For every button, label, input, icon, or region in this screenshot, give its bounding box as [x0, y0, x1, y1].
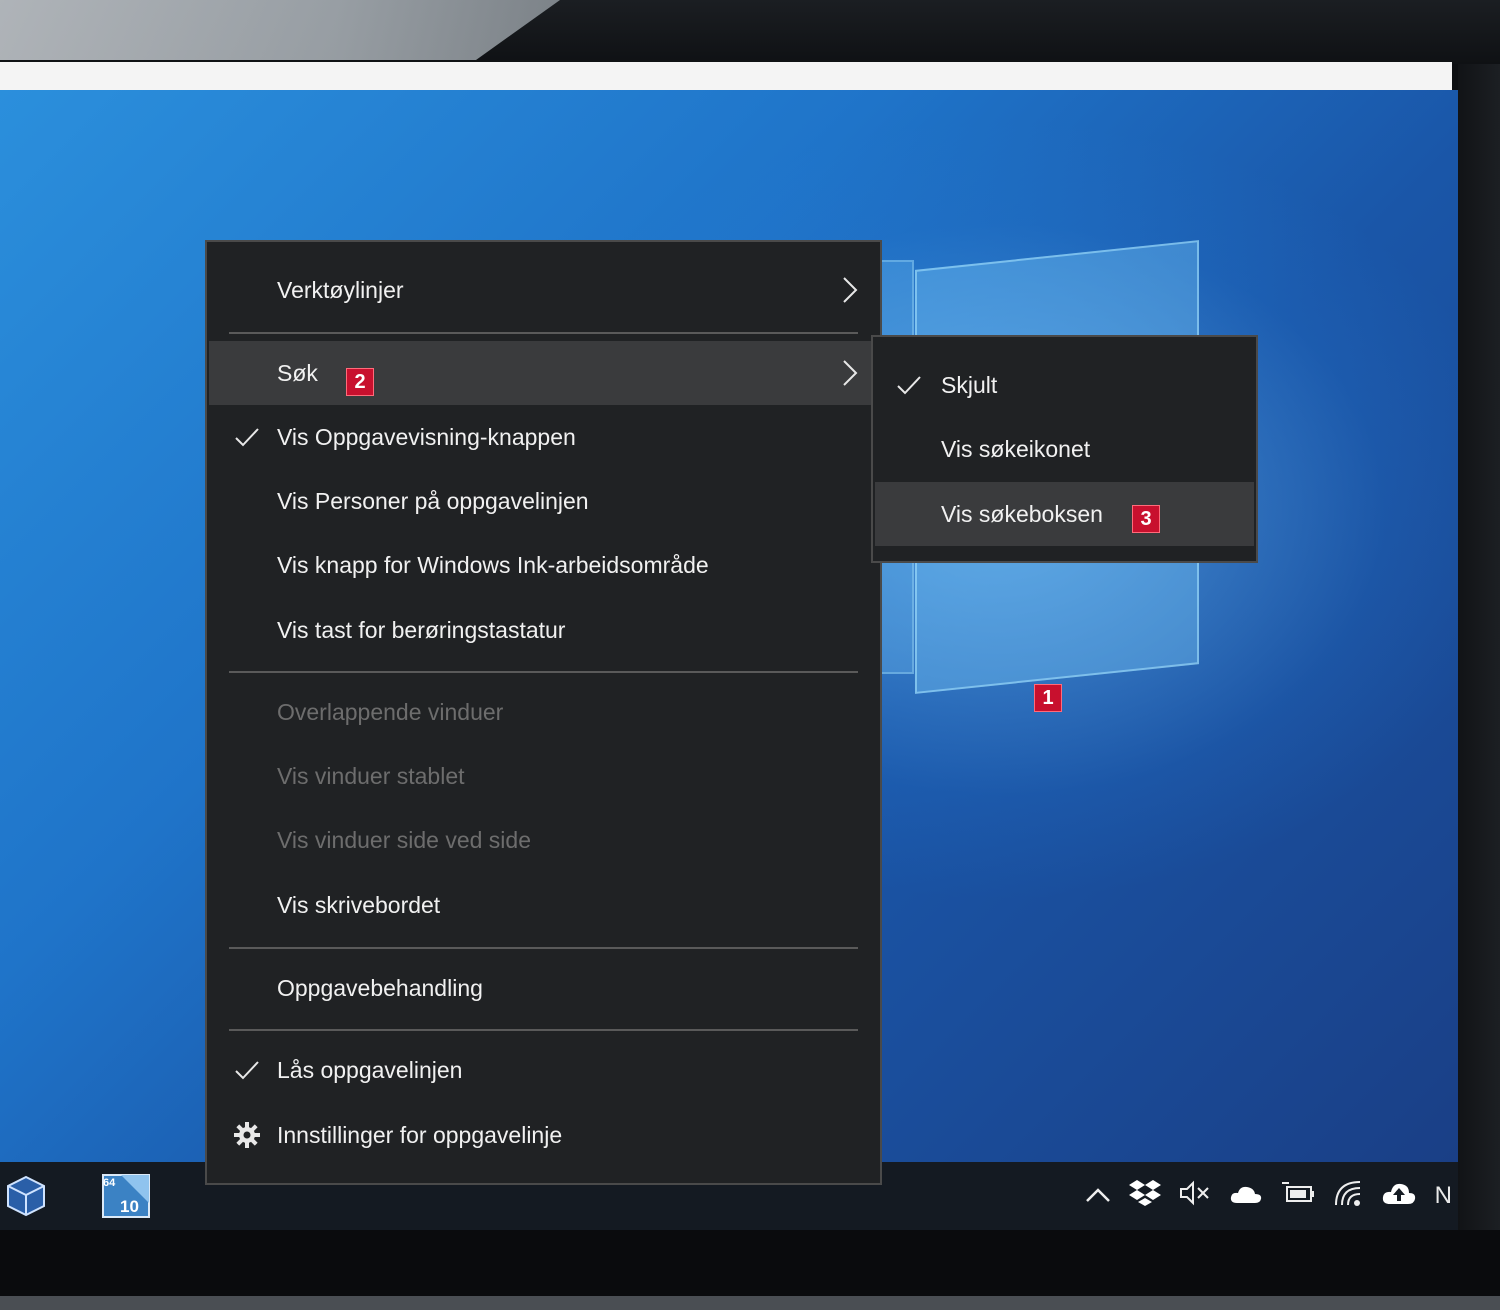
menu-item-cascade-windows: Overlappende vinduer: [209, 680, 878, 744]
menu-item-search[interactable]: Søk: [209, 341, 878, 405]
menu-item-label: Vis skrivebordet: [277, 891, 441, 918]
system-tray: N: [1085, 1162, 1458, 1230]
menu-item-toolbars[interactable]: Verktøylinjer: [209, 258, 878, 322]
callout-badge-3: 3: [1132, 505, 1160, 533]
submenu-item-show-search-icon[interactable]: Vis søkeikonet: [875, 417, 1254, 481]
menu-item-label: Vis Oppgavevisning-knappen: [277, 423, 576, 450]
menu-item-show-task-view[interactable]: Vis Oppgavevisning-knappen: [209, 405, 878, 469]
menu-item-label: Oppgavebehandling: [277, 974, 483, 1001]
search-submenu: Skjult Vis søkeikonet Vis søkeboksen: [871, 335, 1258, 563]
callout-badge-1: 1: [1034, 684, 1062, 712]
battery-power-icon[interactable]: [1281, 1181, 1315, 1212]
menu-item-show-people[interactable]: Vis Personer på oppgavelinjen: [209, 469, 878, 533]
menu-separator: [229, 332, 858, 334]
menu-item-label: Vis Personer på oppgavelinjen: [277, 487, 589, 514]
menu-item-label: Verktøylinjer: [277, 276, 404, 303]
menu-item-side-by-side: Vis vinduer side ved side: [209, 808, 878, 872]
bezel-bottom-edge: [0, 1296, 1500, 1310]
menu-item-label: Vis knapp for Windows Ink-arbeidsområde: [277, 551, 709, 578]
tray-language-text[interactable]: N: [1435, 1182, 1452, 1210]
app-launcher-icon[interactable]: 64 10: [100, 1174, 152, 1218]
menu-item-label: Vis vinduer stablet: [277, 762, 465, 789]
wifi-icon[interactable]: [1333, 1179, 1363, 1214]
menu-separator: [229, 671, 858, 673]
menu-item-label: Søk: [277, 359, 318, 386]
window-edge-strip: [0, 62, 1452, 90]
dropbox-icon[interactable]: [1128, 1178, 1161, 1215]
menu-item-label: Lås oppgavelinjen: [277, 1056, 463, 1083]
checkmark-icon: [235, 1061, 259, 1080]
volume-muted-icon[interactable]: [1179, 1180, 1211, 1213]
app-badge-bottom: 10: [120, 1197, 139, 1216]
chevron-right-icon: [843, 360, 858, 386]
monitor-bezel-right: [1458, 64, 1500, 1310]
submenu-item-label: Vis søkeikonet: [941, 435, 1091, 462]
callout-badge-2: 2: [346, 368, 374, 396]
gear-icon: [234, 1122, 260, 1148]
menu-item-label: Overlappende vinduer: [277, 698, 504, 725]
submenu-item-label: Vis søkeboksen: [941, 500, 1103, 527]
menu-item-label: Vis tast for berøringstastatur: [277, 616, 566, 643]
menu-item-task-manager[interactable]: Oppgavebehandling: [209, 956, 878, 1020]
checkmark-icon: [235, 428, 259, 447]
bezel-glare: [0, 0, 560, 60]
menu-item-label: Vis vinduer side ved side: [277, 826, 531, 853]
chevron-up-icon[interactable]: [1085, 1181, 1111, 1212]
app-badge-top: 64: [103, 1177, 116, 1189]
menu-separator: [229, 1029, 858, 1031]
menu-item-taskbar-settings[interactable]: Innstillinger for oppgavelinje: [209, 1103, 878, 1167]
onedrive-cloud-icon[interactable]: [1229, 1181, 1263, 1212]
virtualbox-icon[interactable]: [2, 1175, 50, 1217]
menu-separator: [229, 947, 858, 949]
menu-item-lock-taskbar[interactable]: Lås oppgavelinjen: [209, 1038, 878, 1102]
menu-item-windows-ink[interactable]: Vis knapp for Windows Ink-arbeidsområde: [209, 533, 878, 597]
menu-item-show-desktop[interactable]: Vis skrivebordet: [209, 873, 878, 937]
submenu-item-label: Skjult: [941, 371, 998, 398]
menu-item-touch-keyboard[interactable]: Vis tast for berøringstastatur: [209, 598, 878, 662]
menu-item-stack-windows: Vis vinduer stablet: [209, 744, 878, 808]
taskbar-context-menu: Verktøylinjer Søk Vis Oppgavevisning-kna…: [205, 240, 882, 1185]
menu-item-label: Innstillinger for oppgavelinje: [277, 1121, 563, 1148]
submenu-item-hidden[interactable]: Skjult: [875, 353, 1254, 417]
cloud-upload-icon[interactable]: [1381, 1180, 1417, 1213]
chevron-right-icon: [843, 277, 858, 303]
checkmark-icon: [897, 376, 921, 395]
submenu-item-show-search-box[interactable]: Vis søkeboksen: [875, 482, 1254, 546]
